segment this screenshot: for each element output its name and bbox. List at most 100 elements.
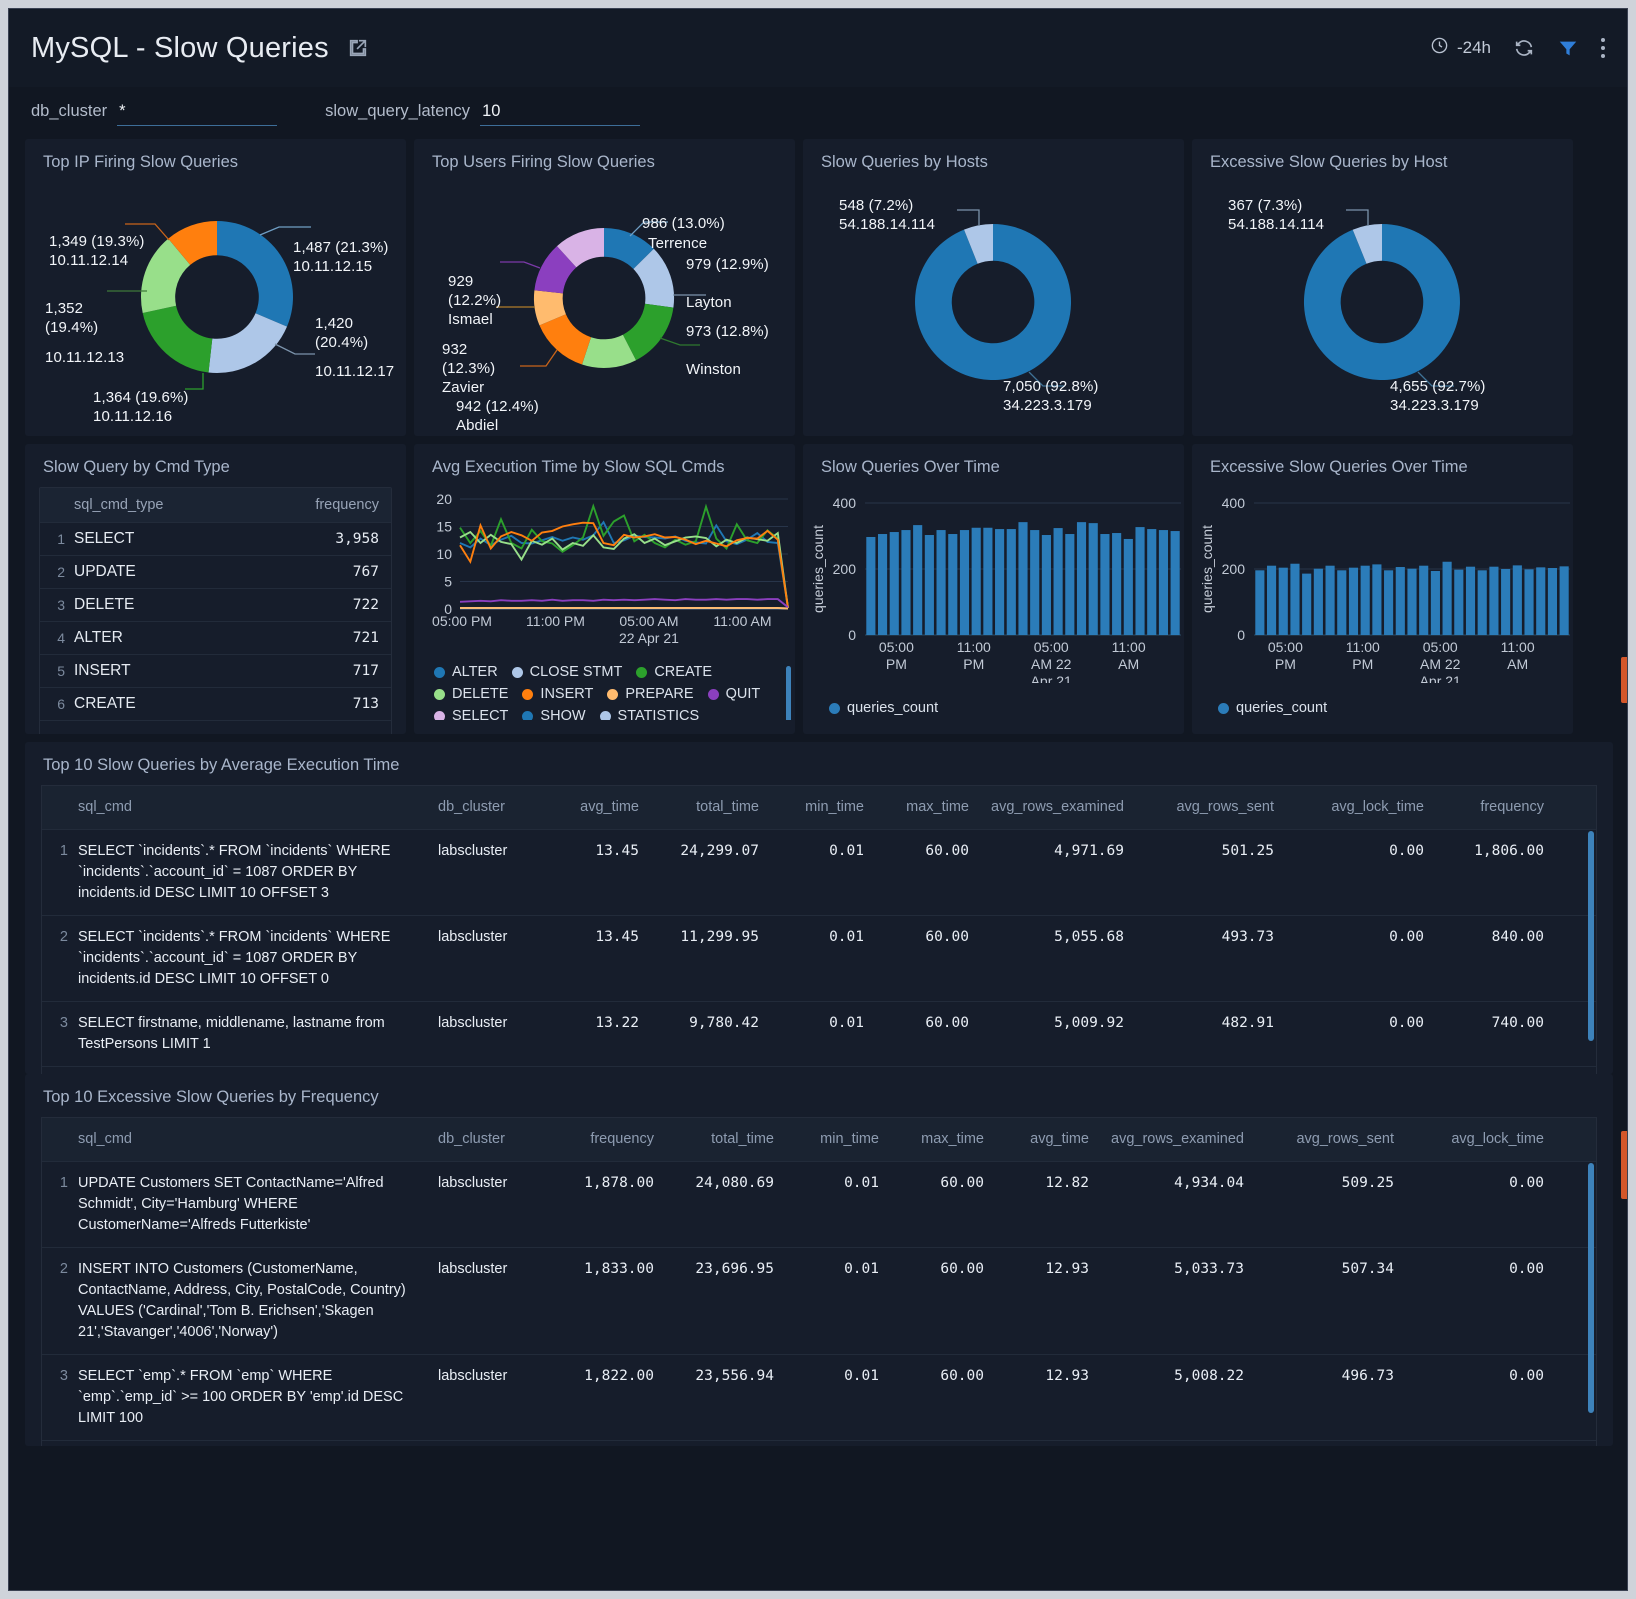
svg-text:05:00 AM: 05:00 AM: [619, 613, 678, 629]
refresh-icon[interactable]: [1513, 37, 1535, 59]
cell-sql-cmd: SELECT firstname, middlename, lastname f…: [78, 1013, 438, 1055]
legend-item-create[interactable]: CREATE: [636, 664, 712, 680]
svg-text:0: 0: [1237, 627, 1245, 643]
legend-item-close-stmt[interactable]: CLOSE STMT: [512, 664, 623, 680]
column-header-avg-rows-examined[interactable]: avg_rows_examined: [1103, 1129, 1258, 1150]
legend-color-dot: [434, 689, 445, 700]
svg-text:05:00 PM: 05:00 PM: [432, 613, 492, 629]
line-chart-avg-exec: 0510152005:00 PM11:00 PM05:00 AM11:00 AM…: [414, 483, 795, 658]
legend-label: STATISTICS: [618, 708, 700, 720]
legend-item-statistics[interactable]: STATISTICS: [600, 708, 700, 720]
table-row[interactable]: 1 SELECT `incidents`.* FROM `incidents` …: [42, 829, 1596, 915]
cell-frequency: 767: [269, 564, 379, 580]
column-header-min-time[interactable]: min_time: [773, 797, 878, 818]
variable-db-cluster: db_cluster: [31, 100, 277, 126]
cell-avg-lock-time: 0.00: [1288, 841, 1438, 862]
table-row[interactable]: 5 INSERT 717: [40, 654, 391, 687]
legend-color-dot: [434, 667, 445, 678]
column-header-max-time[interactable]: max_time: [878, 797, 983, 818]
column-header-frequency[interactable]: frequency: [1438, 797, 1558, 818]
column-header-max-time[interactable]: max_time: [893, 1129, 998, 1150]
legend-item-queries-count[interactable]: queries_count: [1218, 700, 1327, 716]
legend-item-insert[interactable]: INSERT: [522, 686, 593, 702]
legend-color-dot: [434, 711, 445, 721]
column-header-sql-cmd[interactable]: sql_cmd: [78, 1129, 438, 1150]
legend-label: ALTER: [452, 664, 498, 680]
cell-frequency: 840.00: [1438, 927, 1558, 948]
legend-color-dot: [829, 703, 840, 714]
column-header-db-cluster[interactable]: db_cluster: [438, 797, 548, 818]
table-row[interactable]: 6 CREATE 713: [40, 687, 391, 720]
cell-max-time: 60.00: [878, 927, 983, 948]
more-vertical-icon[interactable]: [1601, 38, 1605, 58]
table-row[interactable]: 4 select name from TestPersons labsclust…: [42, 1066, 1596, 1074]
panel-excessive-slow-queries-over-time: Excessive Slow Queries Over Time 0200400…: [1192, 444, 1573, 734]
row-index: 1: [42, 1173, 78, 1194]
legend-color-dot: [522, 711, 533, 721]
legend-item-queries-count[interactable]: queries_count: [829, 700, 938, 716]
legend-item-quit[interactable]: QUIT: [708, 686, 761, 702]
cmd-type-table: sql_cmd_type frequency 1 SELECT 3,958 2 …: [39, 487, 392, 734]
column-header-total-time[interactable]: total_time: [653, 797, 773, 818]
column-header-avg-rows-sent[interactable]: avg_rows_sent: [1258, 1129, 1408, 1150]
legend-item-select[interactable]: SELECT: [434, 708, 508, 720]
legend-excessive-over-time: queries_count: [1192, 688, 1573, 716]
column-header-min-time[interactable]: min_time: [788, 1129, 893, 1150]
cell-min-time: 0.01: [773, 1013, 878, 1034]
svg-text:Apr 21: Apr 21: [1420, 673, 1461, 683]
svg-text:queries_count: queries_count: [1199, 525, 1215, 613]
svg-text:11:00: 11:00: [1501, 639, 1535, 655]
cell-sql-cmd-type: INSERT: [74, 662, 269, 680]
table-row[interactable]: 3 DELETE 722: [40, 588, 391, 621]
table-row[interactable]: 4 SELECT `incidents`.* FROM `incidents` …: [42, 1440, 1596, 1446]
share-external-icon[interactable]: [347, 37, 369, 59]
time-range-picker[interactable]: -24h: [1430, 36, 1491, 60]
table-row[interactable]: 1 UPDATE Customers SET ContactName='Alfr…: [42, 1161, 1596, 1247]
table-row[interactable]: 3 SELECT firstname, middlename, lastname…: [42, 1001, 1596, 1066]
column-header-sql-cmd[interactable]: sql_cmd: [78, 797, 438, 818]
table-row[interactable]: 2 SELECT `incidents`.* FROM `incidents` …: [42, 915, 1596, 1001]
column-header-avg-lock-time[interactable]: avg_lock_time: [1288, 797, 1438, 818]
db-cluster-input[interactable]: [117, 100, 277, 126]
slow-query-latency-input[interactable]: [480, 100, 640, 126]
svg-text:11:00: 11:00: [1346, 639, 1380, 655]
donut-label-6: 929 (12.2%): [448, 272, 518, 310]
column-header-avg-rows-examined[interactable]: avg_rows_examined: [983, 797, 1138, 818]
column-header-avg-lock-time[interactable]: avg_lock_time: [1408, 1129, 1558, 1150]
column-header-avg-time[interactable]: avg_time: [548, 797, 653, 818]
svg-text:Apr 21: Apr 21: [1031, 673, 1072, 683]
donut-label-1: 367 (7.3%): [1228, 196, 1302, 215]
cell-total-time: 23,696.95: [668, 1259, 788, 1280]
table-row[interactable]: 3 SELECT `emp`.* FROM `emp` WHERE `emp`.…: [42, 1354, 1596, 1440]
legend-item-show[interactable]: SHOW: [522, 708, 585, 720]
legend-scrollbar[interactable]: [786, 666, 791, 720]
column-header-sql-cmd-type[interactable]: sql_cmd_type: [74, 497, 269, 513]
table-scrollbar[interactable]: [1588, 831, 1594, 1041]
column-header-db-cluster[interactable]: db_cluster: [438, 1129, 548, 1150]
cell-max-time: 60.00: [878, 1013, 983, 1034]
legend-item-alter[interactable]: ALTER: [434, 664, 498, 680]
table-row[interactable]: 4 ALTER 721: [40, 621, 391, 654]
table-row[interactable]: 1 SELECT 3,958: [40, 522, 391, 555]
cell-avg-time: 13.45: [548, 841, 653, 862]
svg-text:PM: PM: [886, 656, 907, 672]
filter-icon[interactable]: [1557, 37, 1579, 59]
cell-frequency: 1,822.00: [548, 1366, 668, 1387]
donut-label-1-name: 54.188.14.114: [839, 215, 935, 234]
legend-color-dot: [1218, 703, 1229, 714]
table-row[interactable]: 2 INSERT INTO Customers (CustomerName, C…: [42, 1247, 1596, 1354]
donut-label-2-name: 10.11.12.16: [93, 407, 172, 426]
svg-text:AM 22: AM 22: [1031, 656, 1072, 672]
table-scrollbar[interactable]: [1588, 1163, 1594, 1413]
legend-item-delete[interactable]: DELETE: [434, 686, 508, 702]
column-header-frequency[interactable]: frequency: [269, 497, 379, 513]
donut-label-1: 548 (7.2%): [839, 196, 913, 215]
column-header-total-time[interactable]: total_time: [668, 1129, 788, 1150]
table-row[interactable]: 2 UPDATE 767: [40, 555, 391, 588]
column-header-avg-rows-sent[interactable]: avg_rows_sent: [1138, 797, 1288, 818]
column-header-avg-time[interactable]: avg_time: [998, 1129, 1103, 1150]
donut-label-2: 973 (12.8%): [686, 322, 769, 341]
legend-item-prepare[interactable]: PREPARE: [607, 686, 693, 702]
table-row-partial[interactable]: [40, 720, 391, 734]
column-header-frequency[interactable]: frequency: [548, 1129, 668, 1150]
